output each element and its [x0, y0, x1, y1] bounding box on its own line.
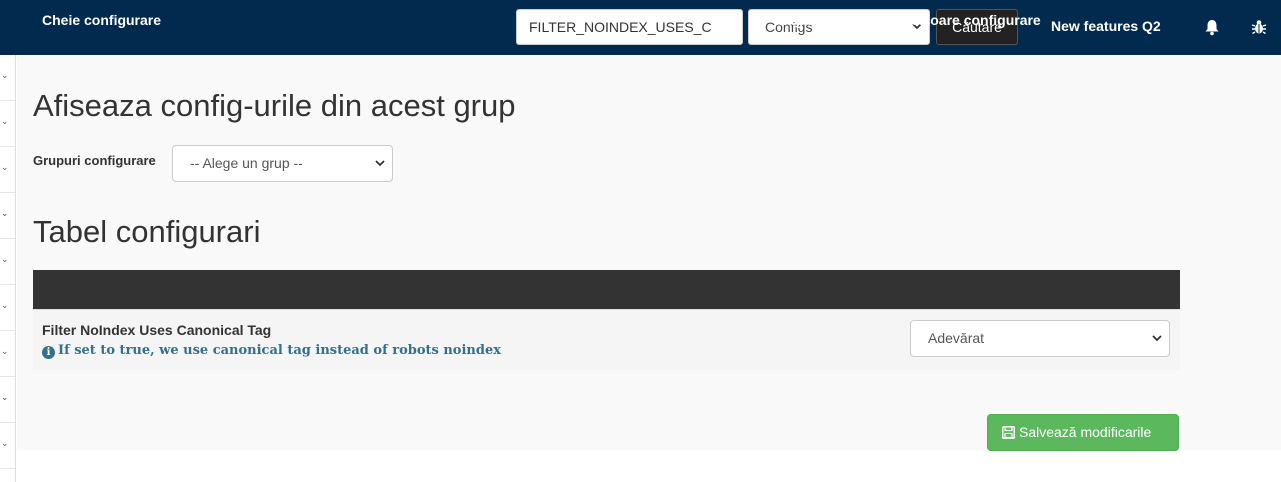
chevron-down-icon: ⌄	[1, 438, 9, 448]
config-value-select[interactable]: Adevărat	[910, 320, 1170, 357]
bug-icon[interactable]	[1251, 18, 1267, 36]
chevron-down-icon: ⌄	[1, 346, 9, 356]
sidebar-item[interactable]: ⌄	[0, 193, 15, 239]
sidebar: ⌄ ⌄ ⌄ ⌄ ⌄ ⌄ ⌄ ⌄ ⌄	[0, 55, 16, 482]
top-navbar: FILTER_NOINDEX_USES_C Configs Căutare Ne…	[0, 0, 1281, 55]
chevron-down-icon: ⌄	[1, 254, 9, 264]
chevron-down-icon: ⌄	[1, 392, 9, 402]
bell-icon[interactable]	[1204, 18, 1220, 36]
config-help-text: i If set to true, we use canonical tag in…	[42, 343, 501, 359]
sidebar-item[interactable]: ⌄	[0, 423, 15, 469]
column-header-key: Cheie configurare	[42, 12, 162, 28]
sidebar-item[interactable]: ⌄	[0, 377, 15, 423]
save-button[interactable]: Salvează modificarile	[987, 414, 1179, 451]
floppy-disk-icon	[1002, 417, 1015, 439]
sidebar-item[interactable]: ⌄	[0, 331, 15, 377]
new-features-link[interactable]: New features Q2	[1051, 18, 1161, 34]
group-select[interactable]: -- Alege un grup --	[172, 145, 393, 182]
chevron-down-icon: ⌄	[1, 208, 9, 218]
table-title: Tabel configurari	[33, 214, 261, 249]
info-icon: i	[42, 346, 55, 359]
chevron-down-icon: ⌄	[1, 300, 9, 310]
sidebar-item[interactable]: ⌄	[0, 239, 15, 285]
chevron-down-icon	[375, 146, 385, 196]
config-help-label: If set to true, we use canonical tag ins…	[58, 343, 501, 358]
column-header-value: Valoare configurare	[910, 12, 1041, 28]
sidebar-item[interactable]: ⌄	[0, 55, 15, 101]
table-header	[33, 270, 1180, 309]
save-button-label: Salvează modificarile	[1019, 424, 1152, 440]
chevron-down-icon: ⌄	[1, 162, 9, 172]
chevron-down-icon: ⌄	[1, 70, 9, 80]
sidebar-item[interactable]: ⌄	[0, 101, 15, 147]
config-value: Adevărat	[928, 330, 985, 346]
config-key: Filter NoIndex Uses Canonical Tag	[42, 322, 272, 338]
group-select-value: -- Alege un grup --	[190, 155, 303, 171]
sidebar-item[interactable]: ⌄	[0, 147, 15, 193]
column-header-store: Magazin	[775, 12, 831, 28]
chevron-down-icon: ⌄	[1, 116, 9, 126]
sidebar-item[interactable]: ⌄	[0, 285, 15, 331]
group-label: Grupuri configurare	[33, 153, 156, 168]
search-input[interactable]: FILTER_NOINDEX_USES_C	[516, 9, 743, 45]
chevron-down-icon	[1152, 321, 1162, 371]
page-title: Afiseaza config-urile din acest grup	[33, 88, 516, 123]
